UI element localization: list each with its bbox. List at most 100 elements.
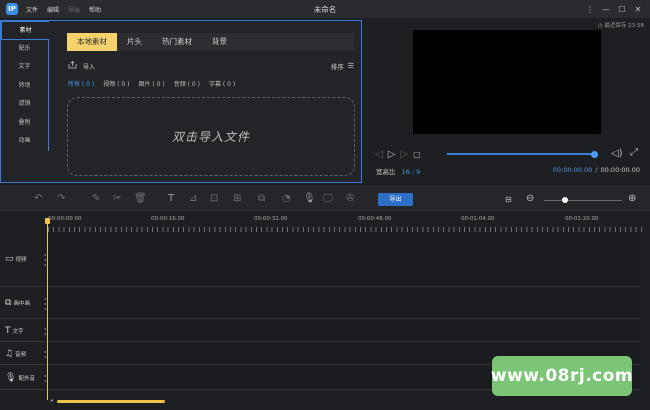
time-separator: / xyxy=(595,166,598,174)
filter-image[interactable]: 图片 ( 0 ) xyxy=(138,79,164,88)
zoom-slider-knob[interactable] xyxy=(562,197,568,203)
media-tabs: 本地素材 片头 热门素材 背景 xyxy=(67,33,354,51)
zoom-slider[interactable] xyxy=(544,197,622,203)
tab-intro[interactable]: 片头 xyxy=(117,33,152,51)
filter-video[interactable]: 视频 ( 0 ) xyxy=(103,79,129,88)
fit-timeline-icon[interactable]: ⊟ xyxy=(505,195,512,204)
sidebar-item-transition[interactable]: 转场 xyxy=(1,76,49,95)
next-frame-icon[interactable]: ▷ xyxy=(400,149,408,160)
export-button[interactable]: 导出 xyxy=(378,193,413,206)
track-name: 画中画 xyxy=(13,301,30,307)
ruler-label: 00:01:20.00 xyxy=(565,216,599,222)
play-icon[interactable]: ▷ xyxy=(388,149,396,160)
menu-edit[interactable]: 编辑 xyxy=(47,5,59,14)
close-button[interactable]: ✕ xyxy=(630,5,646,14)
more-options-icon[interactable]: ⋮ xyxy=(582,5,598,14)
record-voice-icon[interactable]: 🎙 xyxy=(303,193,316,204)
track-header: T 文字 ◂ ◂ xyxy=(0,320,48,341)
zoom-in-icon[interactable]: ⊕ xyxy=(628,193,636,204)
cut-icon[interactable]: ✂ xyxy=(113,193,121,204)
track-video: ▭ 视频 ◂ ◂ ◂ xyxy=(0,232,640,287)
track-pip: ⧉ 画中画 ◂ ◂ ◂ xyxy=(0,288,640,319)
track-lane[interactable] xyxy=(48,232,640,286)
tab-local-media[interactable]: 本地素材 xyxy=(67,33,117,51)
sidebar-item-media[interactable]: 素材 xyxy=(1,21,49,40)
sidebar-item-overlay[interactable]: 叠附 xyxy=(1,113,49,132)
track-options-icon[interactable]: ◂ ◂ xyxy=(44,326,46,336)
clock-icon: ◷ xyxy=(597,23,603,29)
volume-icon[interactable]: ◁) xyxy=(611,148,623,159)
import-dropzone[interactable]: 双击导入文件 xyxy=(67,97,355,176)
current-time: 00:00:00.00 xyxy=(552,166,593,174)
timeline-scrollbar[interactable] xyxy=(57,400,165,403)
dropzone-text: 双击导入文件 xyxy=(171,130,250,144)
zoom-region-icon[interactable]: ⊞ xyxy=(233,193,241,204)
pip-icon: ⧉ xyxy=(5,298,12,308)
ruler-label: 00:01:04.00 xyxy=(461,216,495,222)
ratio-row: 宽高比 16 : 9 00:00:00.00/00:00:00.00 xyxy=(376,166,642,176)
sort-button[interactable]: 排序 xyxy=(331,61,344,71)
delete-icon[interactable]: 🗑 xyxy=(134,193,147,204)
track-name: 音频 xyxy=(15,351,27,358)
speed-icon[interactable]: ◔ xyxy=(282,193,291,204)
media-filters: 所有 ( 0 ) 视频 ( 0 ) 图片 ( 0 ) 音频 ( 0 ) 字幕 (… xyxy=(68,79,244,88)
filter-audio[interactable]: 音频 ( 0 ) xyxy=(174,79,200,88)
menu-help[interactable]: 帮助 xyxy=(89,5,101,14)
title-bar: IP 文件 编辑 导出 帮助 未命名 ⋮ — ☐ ✕ xyxy=(0,0,650,18)
track-options-icon[interactable]: ◂ ◂ ◂ xyxy=(44,296,46,311)
scroll-left-icon[interactable]: ◂ xyxy=(50,397,53,404)
redo-icon[interactable]: ↷ xyxy=(57,193,65,204)
track-text: T 文字 ◂ ◂ xyxy=(0,320,640,342)
time-display: 00:00:00.00/00:00:00.00 xyxy=(553,166,640,174)
sidebar-item-text[interactable]: 文字 xyxy=(1,58,49,77)
ruler-label: 00:00:16.00 xyxy=(151,216,185,222)
screen-record-icon[interactable]: 🖵 xyxy=(323,193,333,204)
track-options-icon[interactable]: ◂ ◂ xyxy=(44,349,46,359)
sidebar-item-filter[interactable]: 滤镜 xyxy=(1,95,49,114)
filter-all[interactable]: 所有 ( 0 ) xyxy=(68,79,94,88)
menu-bar: 文件 编辑 导出 帮助 xyxy=(26,5,110,14)
mosaic-icon[interactable]: ⊡ xyxy=(210,193,218,204)
track-options-icon[interactable]: ◂ ◂ ◂ xyxy=(44,252,46,267)
watermark-text: www.08rj.com xyxy=(490,366,634,386)
sidebar-item-music[interactable]: 配乐 xyxy=(1,39,49,58)
prev-frame-icon[interactable]: ◁ xyxy=(375,149,383,160)
track-lane[interactable] xyxy=(48,320,640,341)
player-controls: ◁ ▷ ▷ ▢ ◁) ⤢ xyxy=(375,146,643,162)
text-tool-icon[interactable]: T xyxy=(168,193,174,204)
crop-icon[interactable]: ⊿ xyxy=(189,193,197,204)
filter-subtitle[interactable]: 字幕 ( 0 ) xyxy=(209,79,235,88)
progress-knob[interactable] xyxy=(591,150,598,158)
track-lane[interactable] xyxy=(48,288,640,318)
site-watermark: www.08rj.com xyxy=(490,356,634,396)
sort-list-icon[interactable]: ☰ xyxy=(348,62,354,70)
aspect-ratio-value[interactable]: 16 : 9 xyxy=(402,168,421,176)
tab-hot-media[interactable]: 热门素材 xyxy=(152,33,202,51)
minimize-button[interactable]: — xyxy=(598,5,614,14)
playback-progress[interactable] xyxy=(447,150,598,158)
import-icon[interactable] xyxy=(68,60,77,71)
tab-background[interactable]: 背景 xyxy=(202,33,237,51)
color-icon[interactable]: ✇ xyxy=(346,193,354,204)
aspect-ratio-label: 宽高比 xyxy=(376,168,396,176)
import-button[interactable]: 导入 xyxy=(83,62,95,71)
timeline-ruler[interactable]: 00:00:00.00 00:00:16.00 00:00:32.00 00:0… xyxy=(48,212,644,232)
menu-export[interactable]: 导出 xyxy=(68,5,80,14)
zoom-out-icon[interactable]: ⊖ xyxy=(526,193,534,204)
freeze-frame-icon[interactable]: ⧉ xyxy=(258,193,265,204)
menu-file[interactable]: 文件 xyxy=(26,5,38,14)
total-time: 00:00:00.00 xyxy=(600,166,640,174)
fullscreen-icon[interactable]: ⤢ xyxy=(630,147,638,158)
sidebar-item-animation[interactable]: 动画 xyxy=(1,132,49,151)
undo-icon[interactable]: ↶ xyxy=(34,193,42,204)
edit-pen-icon[interactable]: ✎ xyxy=(92,193,100,204)
ruler-label: 00:00:32.00 xyxy=(254,216,288,222)
preview-screen[interactable] xyxy=(413,30,601,134)
track-options-icon[interactable]: ◂ ◂ xyxy=(44,373,46,383)
maximize-button[interactable]: ☐ xyxy=(614,5,630,14)
track-header: ▭ 视频 ◂ ◂ ◂ xyxy=(0,232,48,286)
window-controls: ⋮ — ☐ ✕ xyxy=(582,0,646,18)
playhead-handle[interactable] xyxy=(45,218,50,224)
playhead[interactable] xyxy=(47,222,48,400)
stop-icon[interactable]: ▢ xyxy=(413,150,421,159)
